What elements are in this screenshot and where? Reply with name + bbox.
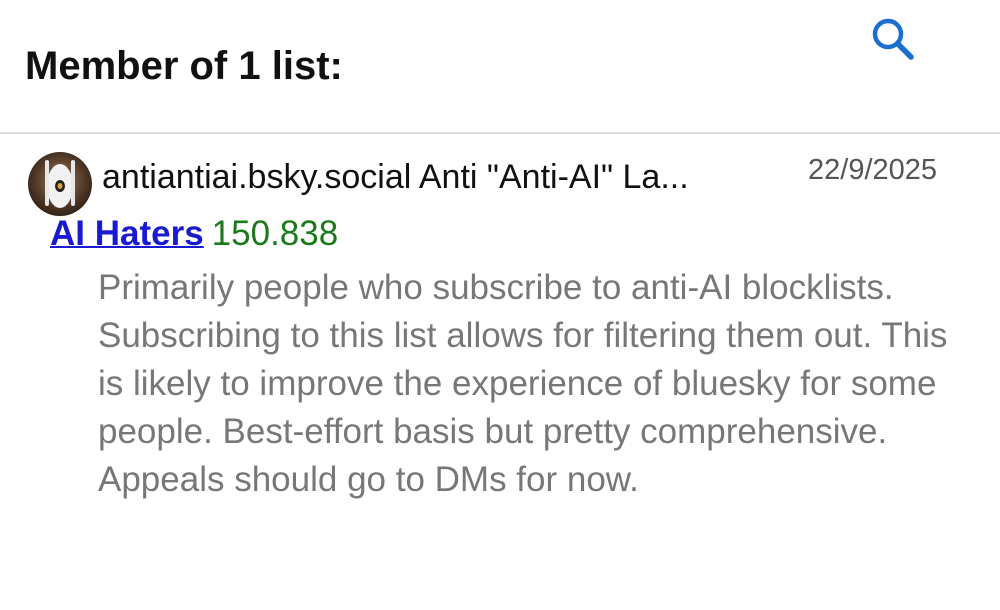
list-link[interactable]: AI Haters — [50, 214, 204, 253]
account-handle[interactable]: antiantiai.bsky.social Anti "Anti-AI" La… — [102, 158, 797, 197]
page-title: Member of 1 list: — [25, 44, 343, 88]
list-title-row: AI Haters 150.838 — [50, 214, 338, 254]
date: 22/9/2025 — [808, 154, 938, 186]
search-button[interactable] — [868, 14, 918, 64]
list-score: 150.838 — [211, 214, 339, 253]
search-icon — [872, 18, 914, 60]
list-description: Primarily people who subscribe to anti-A… — [98, 268, 948, 499]
avatar[interactable] — [28, 152, 92, 216]
divider — [0, 132, 1000, 134]
header: Member of 1 list: — [0, 0, 1000, 132]
list-membership-page: Member of 1 list: antiantiai.bsky.social… — [0, 0, 1000, 610]
